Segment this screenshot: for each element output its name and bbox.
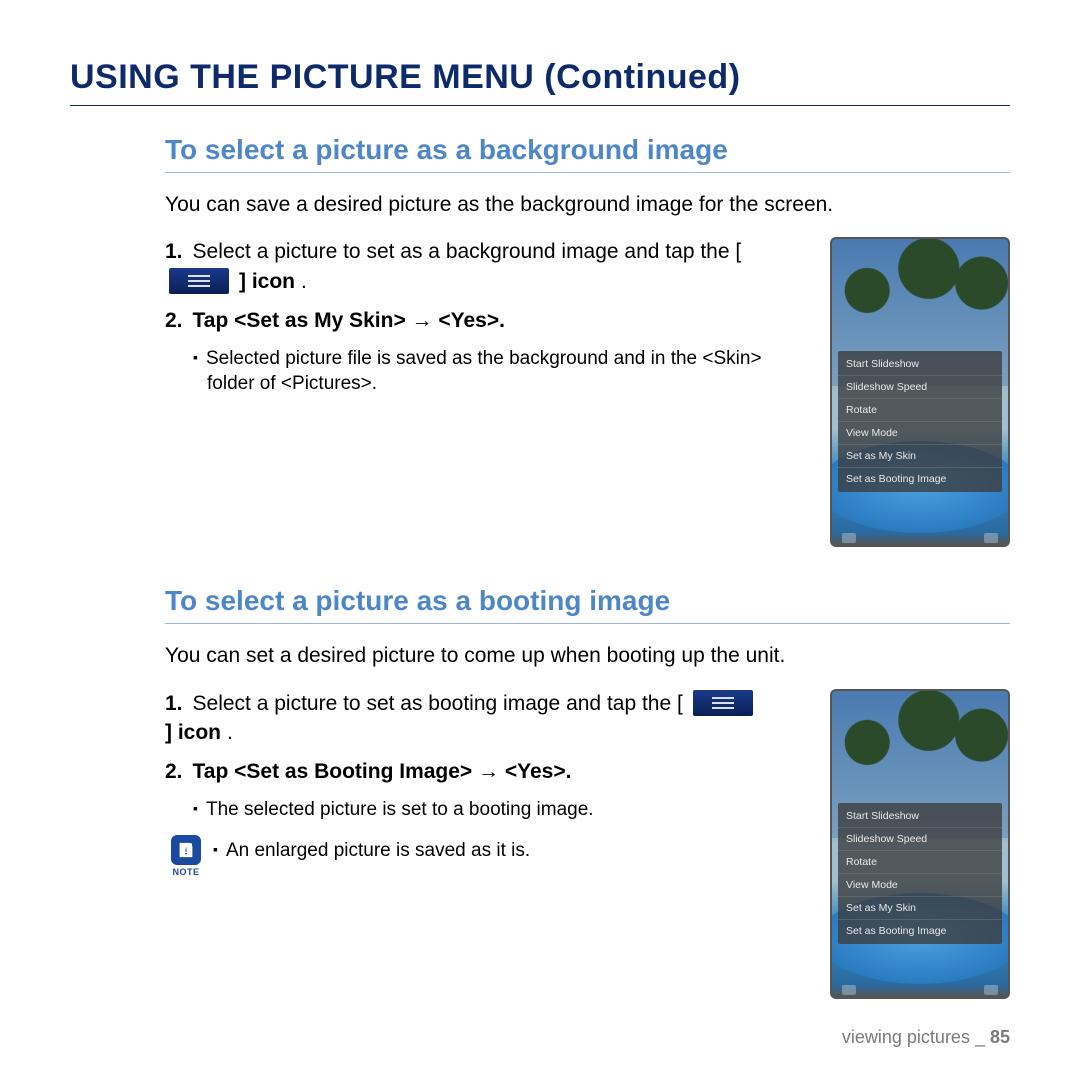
device-screenshot-1: Start Slideshow Slideshow Speed Rotate V…: [830, 237, 1010, 547]
bullet-item: Selected picture file is saved as the ba…: [165, 346, 806, 397]
device-menu-overlay: Start Slideshow Slideshow Speed Rotate V…: [838, 803, 1002, 944]
device-menu-item: Slideshow Speed: [838, 376, 1002, 399]
period: .: [301, 267, 307, 296]
section-heading: To select a picture as a booting image: [165, 585, 1010, 624]
step-text-a: Select a picture to set as a background …: [193, 237, 742, 266]
device-softkey-left-icon: [842, 985, 856, 995]
section-body: 1. Select a picture to set as a backgrou…: [165, 237, 1010, 547]
note-row: NOTE An enlarged picture is saved as it …: [165, 835, 806, 877]
device-softkey-left-icon: [842, 533, 856, 543]
device-menu-item: Set as My Skin: [838, 445, 1002, 468]
step-number: 2.: [165, 757, 183, 786]
footer-text: viewing pictures _: [842, 1027, 990, 1047]
step-number: 2.: [165, 306, 183, 335]
note-text: An enlarged picture is saved as it is.: [213, 838, 530, 864]
step-number: 1.: [165, 689, 183, 718]
hamburger-menu-icon: [693, 690, 753, 716]
step-1: 1. Select a picture to set as booting im…: [165, 689, 806, 748]
page-footer: viewing pictures _ 85: [842, 1027, 1010, 1048]
device-menu-item: Set as My Skin: [838, 897, 1002, 920]
device-menu-item: Set as Booting Image: [838, 468, 1002, 490]
step-number: 1.: [165, 237, 183, 266]
period: .: [227, 718, 233, 747]
section-background-image: To select a picture as a background imag…: [70, 134, 1010, 547]
step-text-b: ] icon: [165, 718, 221, 747]
step-text-b: ] icon: [239, 267, 295, 296]
section-body: 1. Select a picture to set as booting im…: [165, 689, 1010, 999]
bullet-item: The selected picture is set to a booting…: [165, 797, 806, 823]
device-menu-item: View Mode: [838, 874, 1002, 897]
device-menu-item: Start Slideshow: [838, 805, 1002, 828]
note-label: NOTE: [172, 867, 199, 877]
step-1: 1. Select a picture to set as a backgrou…: [165, 237, 806, 296]
step-text: Tap <Set as My Skin> → <Yes>.: [193, 306, 505, 335]
device-menu-item: Rotate: [838, 851, 1002, 874]
device-screenshot-2: Start Slideshow Slideshow Speed Rotate V…: [830, 689, 1010, 999]
note-badge: NOTE: [169, 835, 203, 877]
page-number: 85: [990, 1027, 1010, 1047]
device-menu-item: Slideshow Speed: [838, 828, 1002, 851]
device-menu-overlay: Start Slideshow Slideshow Speed Rotate V…: [838, 351, 1002, 492]
section-intro: You can save a desired picture as the ba…: [165, 191, 1010, 219]
device-menu-item: View Mode: [838, 422, 1002, 445]
step-text-a: Select a picture to set as booting image…: [193, 689, 683, 718]
text-column: 1. Select a picture to set as booting im…: [165, 689, 806, 877]
device-menu-item: Set as Booting Image: [838, 920, 1002, 942]
device-menu-item: Start Slideshow: [838, 353, 1002, 376]
note-icon: [171, 835, 201, 865]
hamburger-menu-icon: [169, 268, 229, 294]
step-text: Tap <Set as Booting Image> → <Yes>.: [193, 757, 572, 786]
device-menu-item: Rotate: [838, 399, 1002, 422]
text-column: 1. Select a picture to set as a backgrou…: [165, 237, 806, 408]
step-2: 2. Tap <Set as Booting Image> → <Yes>.: [165, 757, 806, 786]
section-intro: You can set a desired picture to come up…: [165, 642, 1010, 670]
section-booting-image: To select a picture as a booting image Y…: [70, 585, 1010, 998]
page-title: USING THE PICTURE MENU (Continued): [70, 58, 1010, 106]
device-softkey-right-icon: [984, 985, 998, 995]
section-heading: To select a picture as a background imag…: [165, 134, 1010, 173]
step-2: 2. Tap <Set as My Skin> → <Yes>.: [165, 306, 806, 335]
device-softkey-right-icon: [984, 533, 998, 543]
